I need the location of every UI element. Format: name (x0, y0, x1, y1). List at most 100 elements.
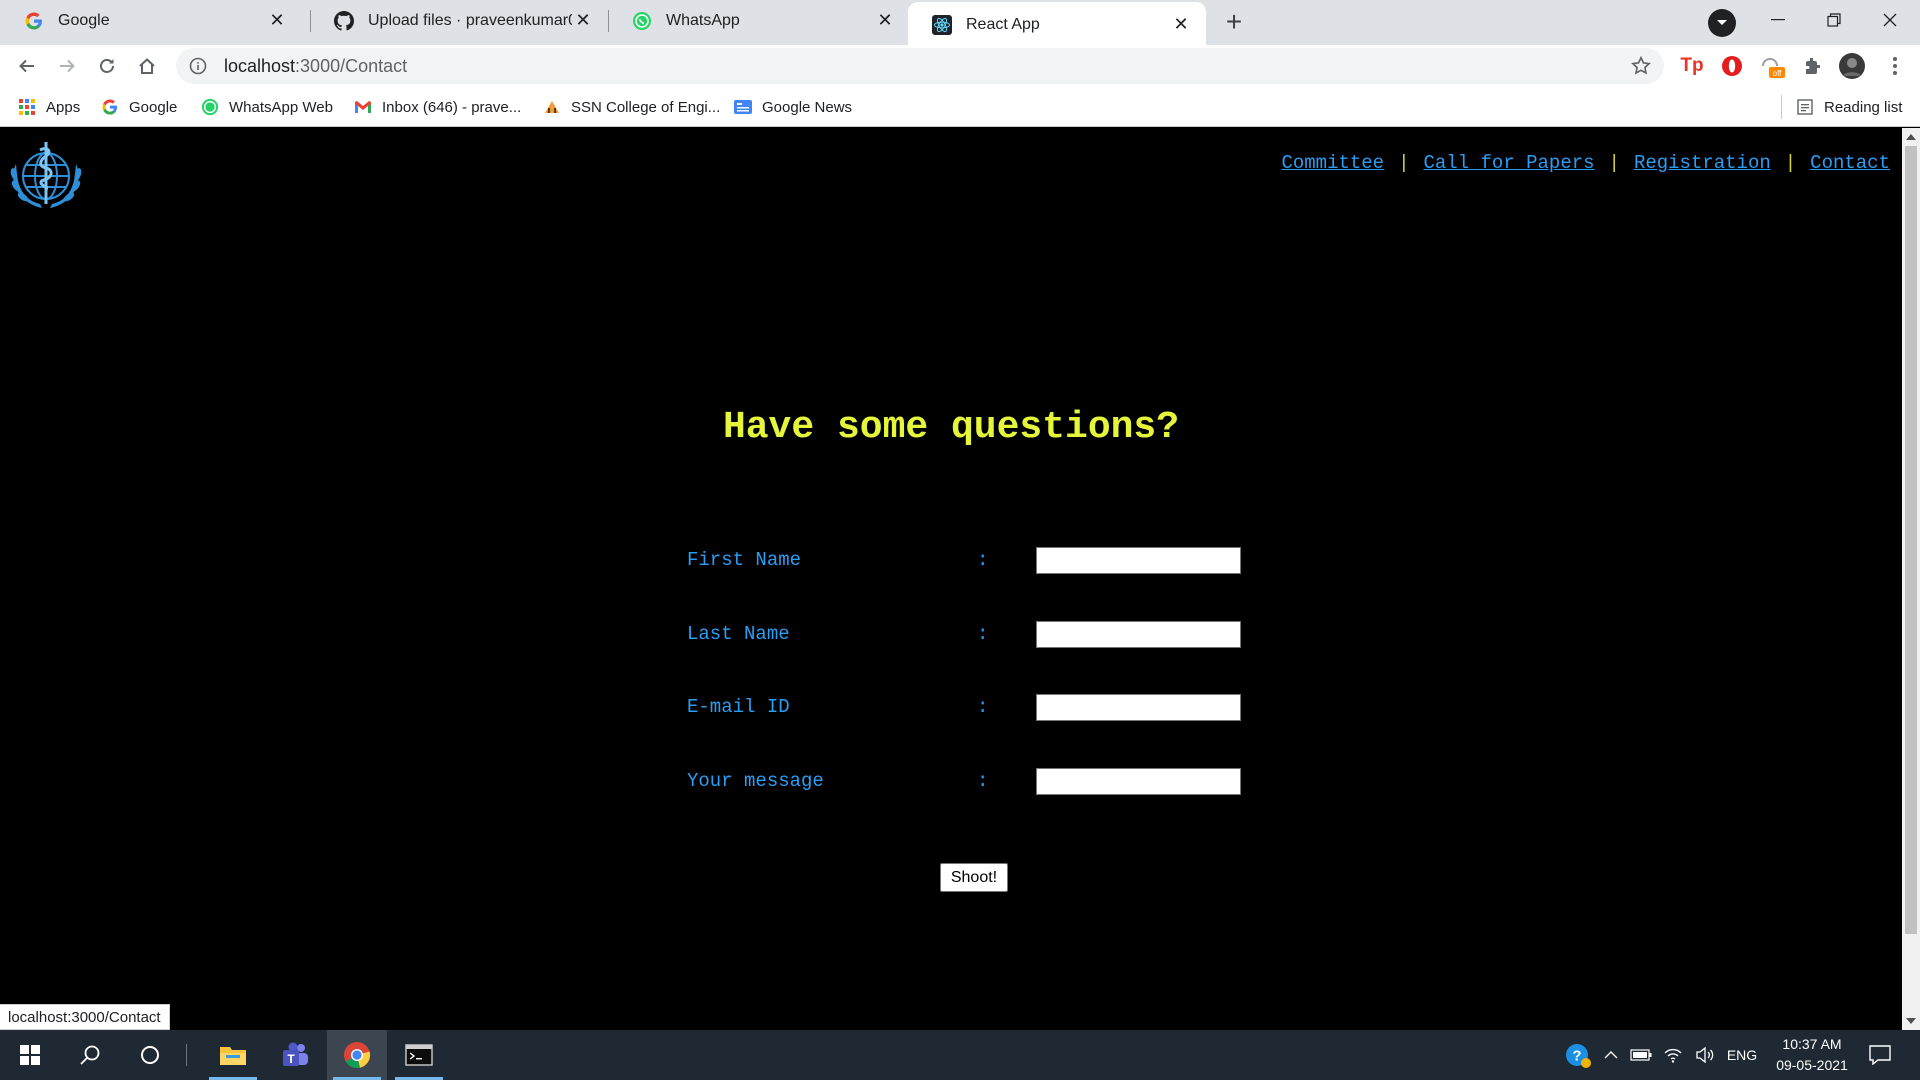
tray-expand-chevron-icon[interactable] (1598, 1030, 1624, 1080)
bookmark-ssn-college[interactable]: SSN College of Engi... (543, 95, 720, 119)
language-indicator[interactable]: ENG (1722, 1030, 1762, 1080)
gmail-icon (354, 98, 372, 116)
svg-text:T: T (287, 1052, 295, 1066)
close-icon[interactable]: ✕ (874, 10, 896, 32)
back-arrow-icon[interactable] (10, 49, 44, 83)
react-icon (932, 14, 952, 35)
tab-search-icon[interactable] (1708, 9, 1736, 37)
last-name-field[interactable] (1036, 620, 1241, 648)
reading-list-button[interactable]: Reading list (1796, 95, 1902, 119)
whatsapp-icon (632, 11, 652, 31)
form-row-message: Your message : (687, 766, 1241, 796)
tab-title: Upload files · praveenkumar0211 (368, 11, 572, 29)
home-icon[interactable] (130, 49, 164, 83)
site-info-icon[interactable] (188, 56, 208, 76)
google-icon (101, 98, 119, 116)
bookmark-star-icon[interactable] (1630, 55, 1652, 77)
who-emblem-logo (2, 134, 92, 222)
taskbar-divider (186, 1044, 187, 1066)
address-bar[interactable]: localhost:3000/Contact (176, 48, 1664, 84)
teams-icon[interactable]: T (265, 1030, 325, 1080)
nav-link-contact[interactable]: Contact (1810, 152, 1890, 174)
windows-taskbar: T ? ENG 10:37 AM 09-05-2021 (0, 1030, 1920, 1080)
nav-separator: | (1784, 152, 1797, 174)
svg-text:off: off (1773, 69, 1783, 78)
page-title: Have some questions? (722, 406, 1180, 449)
taskbar-clock[interactable]: 10:37 AM 09-05-2021 (1762, 1034, 1862, 1076)
form-row-first-name: First Name : (687, 545, 1241, 575)
reload-icon[interactable] (90, 49, 124, 83)
opera-extension-icon[interactable] (1717, 51, 1747, 81)
message-field[interactable] (1036, 767, 1241, 795)
bookmark-label: Google News (762, 98, 853, 116)
terminal-icon[interactable] (389, 1030, 449, 1080)
url-path: :3000/Contact (295, 55, 408, 76)
close-window-icon[interactable] (1862, 0, 1918, 40)
cortana-icon[interactable] (120, 1030, 180, 1080)
colon: : (977, 549, 989, 571)
first-name-label: First Name (687, 549, 802, 571)
college-icon (543, 98, 561, 116)
forward-arrow-icon[interactable] (50, 49, 84, 83)
reading-list-icon (1796, 98, 1814, 116)
wifi-icon[interactable] (1658, 1030, 1688, 1080)
url-text[interactable]: localhost:3000/Contact (224, 56, 407, 77)
page-scrollbar[interactable] (1902, 128, 1920, 1030)
status-url-bubble: localhost:3000/Contact (0, 1004, 170, 1030)
first-name-field[interactable] (1036, 546, 1241, 574)
tab-strip: Google ✕ Upload files · praveenkumar0211… (0, 0, 1920, 47)
scrollbar-thumb[interactable] (1905, 146, 1917, 934)
battery-icon[interactable] (1626, 1030, 1656, 1080)
google-news-icon (734, 98, 752, 116)
form-row-email: E-mail ID : (687, 692, 1241, 722)
file-explorer-icon[interactable] (203, 1030, 263, 1080)
submit-button[interactable]: Shoot! (940, 863, 1008, 892)
restore-icon[interactable] (1806, 0, 1862, 40)
close-icon[interactable]: ✕ (1170, 14, 1192, 36)
tab-whatsapp[interactable]: WhatsApp ✕ (608, 0, 910, 41)
help-icon[interactable]: ? (1560, 1030, 1596, 1080)
new-tab-button[interactable]: + (1218, 6, 1250, 38)
tab-react-app[interactable]: React App ✕ (908, 2, 1206, 47)
chrome-icon[interactable] (327, 1030, 387, 1080)
nav-link-call-for-papers[interactable]: Call for Papers (1424, 152, 1595, 174)
bookmark-google-news[interactable]: Google News (734, 95, 852, 119)
nav-link-registration[interactable]: Registration (1634, 152, 1771, 174)
page-viewport: Committee | Call for Papers | Registration | C… (0, 128, 1902, 1030)
bookmark-gmail-inbox[interactable]: Inbox (646) - prave... (354, 95, 521, 119)
colon: : (977, 623, 989, 645)
clock-date: 09-05-2021 (1776, 1057, 1848, 1073)
profile-avatar[interactable] (1837, 51, 1867, 81)
search-icon[interactable] (60, 1030, 120, 1080)
tab-google[interactable]: Google ✕ (0, 0, 302, 41)
honey-off-extension-icon[interactable]: off (1757, 51, 1787, 81)
last-name-label: Last Name (687, 623, 790, 645)
puzzle-extensions-icon[interactable] (1797, 51, 1827, 81)
form-row-last-name: Last Name : (687, 619, 1241, 649)
email-field[interactable] (1036, 693, 1241, 721)
google-icon (24, 11, 44, 31)
windows-start-icon[interactable] (0, 1030, 60, 1080)
close-icon[interactable]: ✕ (572, 10, 594, 32)
bookmark-label: WhatsApp Web (229, 98, 333, 116)
whatsapp-icon (201, 98, 219, 116)
top-navigation: Committee | Call for Papers | Registration | C… (1281, 152, 1890, 174)
nav-separator: | (1398, 152, 1410, 174)
message-label: Your message (687, 770, 824, 792)
bookmark-label: SSN College of Engi... (571, 98, 721, 116)
tp-extension-icon[interactable]: Tp (1677, 51, 1707, 81)
browser-toolbar: localhost:3000/Contact Tp off (0, 45, 1920, 87)
notification-icon[interactable] (1862, 1030, 1898, 1080)
tab-github[interactable]: Upload files · praveenkumar0211 ✕ (310, 0, 608, 41)
minimize-icon[interactable] (1750, 0, 1806, 40)
nav-link-committee[interactable]: Committee (1281, 152, 1384, 174)
scroll-up-icon[interactable] (1906, 134, 1916, 140)
menu-kebab-icon[interactable] (1880, 51, 1910, 81)
bookmark-apps[interactable]: Apps (18, 95, 80, 119)
volume-icon[interactable] (1690, 1030, 1720, 1080)
colon: : (977, 696, 989, 718)
scroll-down-icon[interactable] (1906, 1018, 1916, 1024)
close-icon[interactable]: ✕ (266, 10, 288, 32)
bookmark-whatsapp-web[interactable]: WhatsApp Web (201, 95, 333, 119)
bookmark-google[interactable]: Google (101, 95, 177, 119)
